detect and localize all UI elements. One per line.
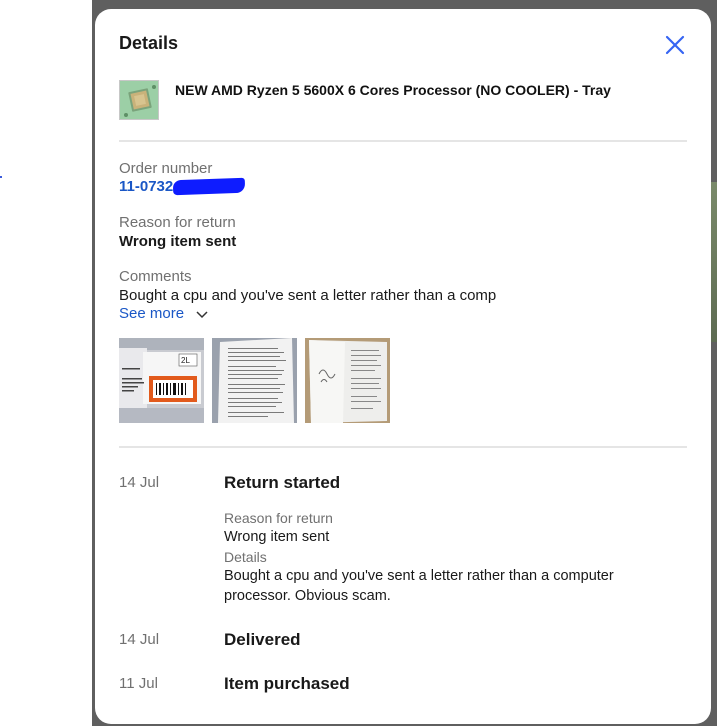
timeline-reason-value: Wrong item sent: [224, 529, 330, 545]
timeline-reason-label: Reason for return: [224, 510, 333, 526]
timeline-details-value: Bought a cpu and you've sent a letter ra…: [224, 568, 614, 604]
item-title[interactable]: NEW AMD Ryzen 5 5600X 6 Cores Processor …: [175, 82, 611, 98]
timeline-date: 14 Jul: [119, 631, 160, 648]
close-button[interactable]: [661, 31, 689, 59]
timeline-date: 14 Jul: [119, 474, 160, 491]
divider: [119, 446, 687, 448]
timeline-details-label: Details: [224, 549, 267, 565]
dialog-title: Details: [119, 33, 179, 53]
evidence-photo-letter-2[interactable]: [305, 338, 390, 423]
timeline-event: Item purchased: [224, 674, 350, 693]
comments-label: Comments: [119, 268, 192, 285]
evidence-photo-letter-1[interactable]: [212, 338, 297, 423]
chevron-down-icon: [196, 306, 208, 323]
evidence-photo-parcel[interactable]: 2L: [119, 338, 204, 423]
comments-value: Bought a cpu and you've sent a letter ra…: [119, 287, 497, 304]
timeline-event: Delivered: [224, 630, 301, 649]
background-image-edge: [711, 182, 717, 342]
order-number-label: Order number: [119, 160, 213, 177]
background-dot: [0, 176, 2, 178]
see-more-label: See more: [119, 305, 185, 322]
timeline-date: 11 Jul: [119, 675, 158, 692]
reason-label: Reason for return: [119, 214, 236, 231]
divider: [119, 140, 687, 142]
timeline-event: Return started: [224, 473, 341, 492]
redaction-scribble: [172, 177, 246, 196]
close-icon: [665, 35, 685, 55]
reason-value: Wrong item sent: [119, 233, 237, 250]
item-thumbnail: [119, 80, 159, 120]
svg-text:2L: 2L: [181, 356, 190, 365]
details-dialog: Details NEW AMD Ryzen 5 5600X 6 Cores Pr…: [95, 9, 711, 724]
item-row: NEW AMD Ryzen 5 5600X 6 Cores Processor …: [119, 80, 679, 120]
see-more-link[interactable]: See more: [119, 305, 208, 323]
